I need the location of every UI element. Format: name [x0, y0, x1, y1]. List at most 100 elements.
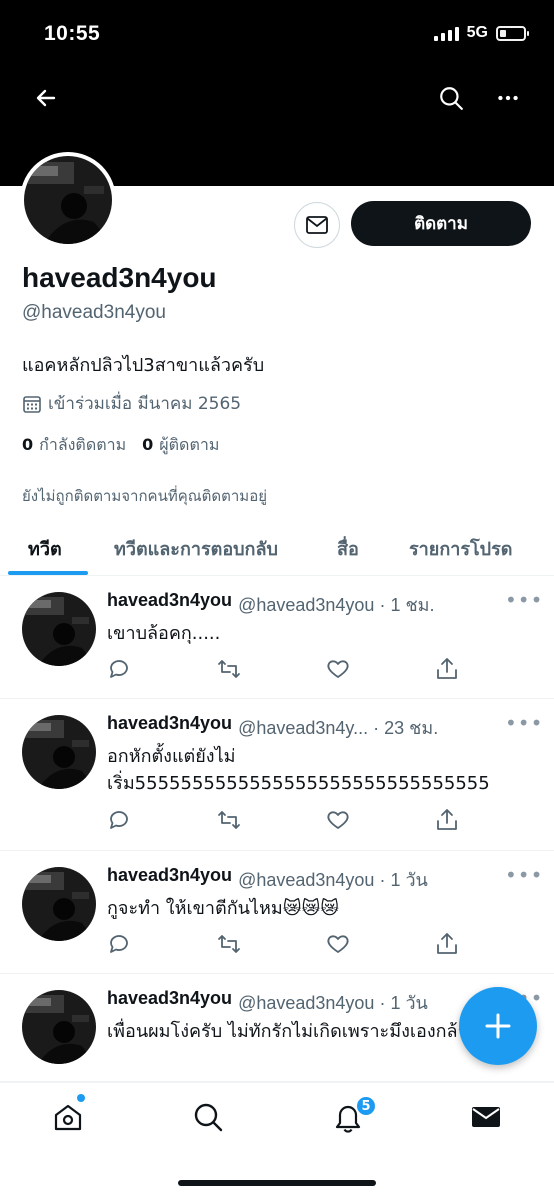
tweet-avatar[interactable]: [22, 592, 96, 666]
display-name: havead3n4you: [22, 262, 217, 293]
network-label: 5G: [466, 24, 488, 41]
tweet-avatar[interactable]: [22, 867, 96, 941]
reply-button[interactable]: [107, 807, 133, 833]
signal-icon: [433, 25, 459, 41]
like-icon: [327, 811, 349, 829]
reply-icon: [110, 811, 128, 829]
search-icon: [194, 1103, 223, 1132]
home-indicator-bar[interactable]: [178, 1180, 376, 1186]
tab-tweets-replies[interactable]: ทวีตและการตอบกลับ: [114, 534, 278, 563]
tweet-actions: [107, 807, 457, 833]
tab-tweets[interactable]: ทวีต: [28, 534, 62, 563]
envelope-icon: [306, 216, 328, 234]
like-button[interactable]: [325, 807, 351, 833]
calendar-icon: [23, 395, 41, 413]
follow-button[interactable]: ติดตาม: [351, 201, 531, 246]
search-icon: [440, 87, 463, 110]
tweet-text: อกหักตั้งแต่ยังไม่เริ่ม55555555555555555…: [107, 746, 490, 794]
tweet-meta: @havead3n4y... · 23 ชม.: [238, 718, 439, 738]
reply-button[interactable]: [107, 656, 133, 682]
like-button[interactable]: [325, 656, 351, 682]
tweet-avatar[interactable]: [22, 715, 96, 789]
tweet-header: havead3n4you @havead3n4you · 1 วัน: [107, 988, 487, 1017]
followers-link[interactable]: 0 ผู้ติดตาม: [142, 433, 219, 458]
tweet-text: เขาบล้อคกุ.....: [107, 623, 221, 644]
joined-text: เข้าร่วมเมื่อ มีนาคม 2565: [48, 394, 242, 414]
tab-likes[interactable]: รายการโปรด: [409, 534, 512, 563]
tweet-actions: [107, 931, 457, 957]
retweet-button[interactable]: [216, 807, 242, 833]
like-icon: [327, 660, 349, 678]
plus-icon: [485, 1013, 511, 1039]
retweet-icon: [218, 660, 240, 678]
tweet-author-name[interactable]: havead3n4you: [107, 713, 232, 742]
share-button[interactable]: [434, 931, 460, 957]
tweet[interactable]: havead3n4you @havead3n4you · 1 ชม. ••• เขาบ…: [0, 576, 554, 699]
tweet[interactable]: havead3n4you @havead3n4you · 1 วัน ••• กูจะ…: [0, 851, 554, 974]
tweet-header: havead3n4you @havead3n4you · 1 ชม.: [107, 590, 487, 619]
status-time: 10:55: [44, 22, 101, 45]
share-button[interactable]: [434, 656, 460, 682]
tweet-more-button[interactable]: •••: [505, 863, 543, 887]
tweet-author-name[interactable]: havead3n4you: [107, 988, 232, 1017]
profile-handle: @havead3n4you: [22, 302, 166, 323]
tweet-meta: @havead3n4you · 1 วัน: [238, 870, 428, 890]
tweet-author-name[interactable]: havead3n4you: [107, 865, 232, 894]
nav-home[interactable]: [52, 1101, 84, 1133]
more-horizontal-icon: [498, 95, 518, 101]
home-icon: [54, 1104, 82, 1131]
avatar-photo: [22, 592, 96, 666]
retweet-button[interactable]: [216, 656, 242, 682]
nav-search[interactable]: [192, 1101, 224, 1133]
tweet-meta: @havead3n4you · 1 ชม.: [238, 595, 435, 615]
more-button[interactable]: [492, 82, 524, 114]
home-new-indicator: [77, 1094, 85, 1102]
share-icon: [437, 658, 457, 679]
avatar-photo: [22, 867, 96, 941]
tweet-text: กูจะทำ ให้เขาตีกันไหม😿😿😿: [107, 898, 339, 919]
arrow-left-icon: [36, 89, 56, 107]
profile-avatar[interactable]: [20, 152, 116, 248]
tweet[interactable]: havead3n4you @havead3n4y... · 23 ชม. ••• อก…: [0, 699, 554, 851]
profile-tabs: ทวีต ทวีตและการตอบกลับ สื่อ รายการโปรด: [0, 520, 554, 576]
avatar-photo: [22, 715, 96, 789]
following-link[interactable]: 0 กำลังติดตาม: [22, 433, 126, 458]
avatar-photo: [22, 990, 96, 1064]
status-bar: 10:55 5G: [0, 0, 554, 70]
tab-media[interactable]: สื่อ: [337, 534, 359, 563]
reply-icon: [110, 660, 128, 678]
tweet-more-button[interactable]: •••: [505, 711, 543, 735]
retweet-icon: [218, 935, 240, 953]
profile-bio: แอคหลักปลิวไป3สาขาแล้วครับ: [22, 355, 265, 376]
battery-icon: [496, 25, 529, 41]
reply-icon: [110, 935, 128, 953]
like-icon: [327, 935, 349, 953]
share-icon: [437, 809, 457, 830]
compose-tweet-button[interactable]: [459, 987, 537, 1065]
share-icon: [437, 933, 457, 954]
back-button[interactable]: [30, 82, 62, 114]
not-followed-note: ยังไม่ถูกติดตามจากคนที่คุณติดตามอยู่: [22, 487, 267, 505]
share-button[interactable]: [434, 807, 460, 833]
tweet-author-name[interactable]: havead3n4you: [107, 590, 232, 619]
reply-button[interactable]: [107, 931, 133, 957]
status-indicators: 5G: [433, 24, 529, 42]
message-button[interactable]: [294, 202, 340, 248]
tweet-header: havead3n4you @havead3n4you · 1 วัน: [107, 865, 487, 894]
tweet-avatar[interactable]: [22, 990, 96, 1064]
joined-date: เข้าร่วมเมื่อ มีนาคม 2565: [22, 390, 241, 417]
search-button[interactable]: [435, 82, 467, 114]
tweet-more-button[interactable]: •••: [505, 588, 543, 612]
nav-messages[interactable]: [470, 1101, 502, 1133]
messages-icon: [472, 1107, 500, 1127]
retweet-icon: [218, 811, 240, 829]
tweet-meta: @havead3n4you · 1 วัน: [238, 993, 428, 1013]
avatar-photo: [24, 156, 112, 244]
retweet-button[interactable]: [216, 931, 242, 957]
tweet-header: havead3n4you @havead3n4y... · 23 ชม.: [107, 713, 487, 742]
active-tab-indicator: [8, 571, 88, 575]
follow-counts: 0 กำลังติดตาม 0 ผู้ติดตาม: [22, 433, 219, 458]
tweet-actions: [107, 656, 457, 682]
notification-badge: 5: [355, 1095, 377, 1117]
like-button[interactable]: [325, 931, 351, 957]
